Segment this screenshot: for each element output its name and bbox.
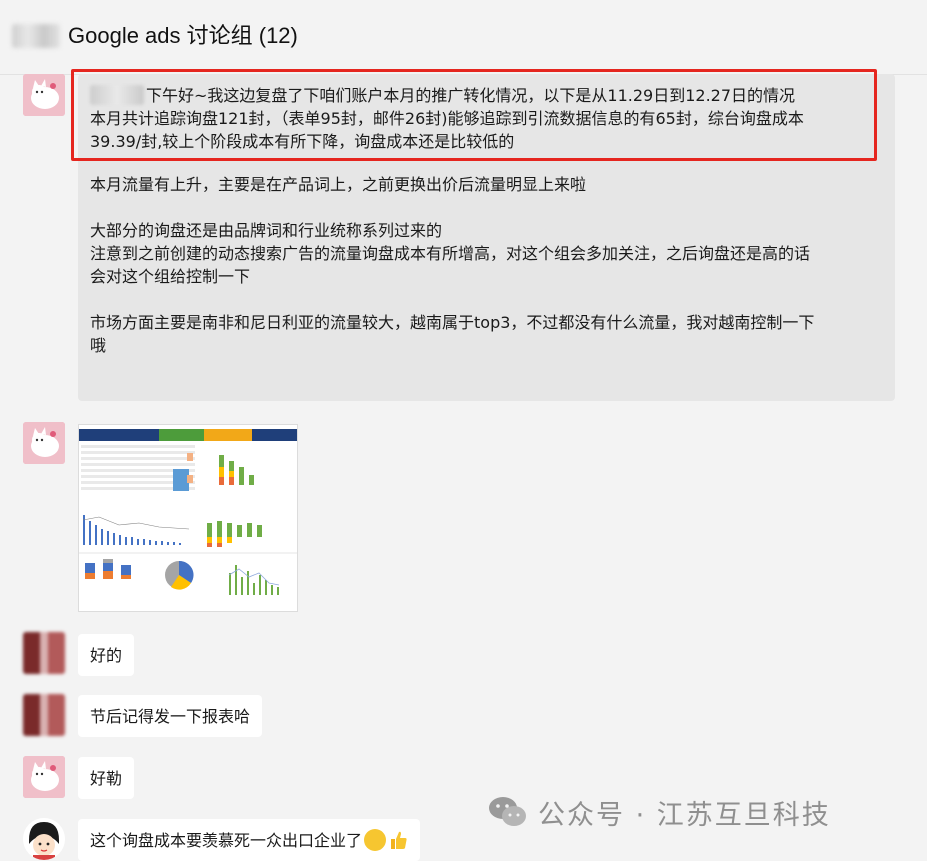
- cat-avatar-icon: [23, 422, 65, 464]
- report-dashboard-image: [79, 425, 297, 611]
- cat-avatar-icon: [23, 756, 65, 798]
- message-line: 哦: [90, 336, 107, 355]
- avatar[interactable]: [23, 818, 65, 860]
- blurred-group-name: [12, 24, 60, 48]
- message-text: 好勒: [90, 768, 123, 788]
- thumbs-up-icon: [391, 831, 407, 849]
- message-bubble[interactable]: 下午好~我这边复盘了下咱们账户本月的推广转化情况，以下是从11.29日到12.2…: [78, 74, 895, 401]
- report-image[interactable]: [78, 424, 298, 612]
- avatar[interactable]: [23, 756, 65, 798]
- watermark: 公众号 · 江苏互旦科技: [488, 792, 831, 832]
- message-line: 会对这个组给控制一下: [90, 267, 251, 286]
- message-line: 注意到之前创建的动态搜索广告的流量询盘成本有所增高，对这个组会多加关注，之后询盘…: [90, 244, 811, 263]
- message-line: 39.39/封,较上个阶段成本有所下降，询盘成本还是比较低的: [90, 132, 515, 151]
- avatar[interactable]: [23, 74, 65, 116]
- message-line: 本月共计追踪询盘121封，（表单95封，邮件26封)能够追踪到引流数据信息的有6…: [90, 109, 804, 128]
- watermark-text: 公众号 · 江苏互旦科技: [538, 799, 831, 831]
- blurred-mention: [90, 85, 144, 105]
- chat-title[interactable]: Google ads 讨论组 (12): [68, 22, 298, 50]
- message-line: 下午好~我这边复盘了下咱们账户本月的推广转化情况，以下是从11.29日到12.2…: [90, 84, 890, 107]
- message-line: 市场方面主要是南非和尼日利亚的流量较大，越南属于top3，不过都没有什么流量，我…: [90, 313, 815, 332]
- message-line: 本月流量有上升，主要是在产品词上，之前更换出价后流量明显上来啦: [90, 175, 587, 194]
- cat-avatar-icon: [23, 74, 65, 116]
- message-line: 大部分的询盘还是由品牌词和行业统称系列过来的: [90, 221, 443, 240]
- message-bubble[interactable]: 这个询盘成本要羡慕死一众出口企业了: [78, 819, 421, 861]
- message-text: 这个询盘成本要羡慕死一众出口企业了: [90, 830, 363, 850]
- message-text: 好的: [90, 645, 123, 665]
- message-bubble[interactable]: 好的: [78, 634, 135, 676]
- avatar[interactable]: [23, 694, 65, 736]
- message-bubble[interactable]: 节后记得发一下报表哈: [78, 695, 263, 737]
- avatar[interactable]: [23, 422, 65, 464]
- girl-avatar-icon: [23, 818, 65, 860]
- wechat-icon: [489, 797, 526, 826]
- message-bubble[interactable]: 好勒: [78, 757, 135, 799]
- message-text: 节后记得发一下报表哈: [90, 706, 251, 726]
- avatar[interactable]: [23, 632, 65, 674]
- money-face-emoji-icon: [364, 829, 387, 851]
- chat-header: Google ads 讨论组 (12): [0, 0, 927, 75]
